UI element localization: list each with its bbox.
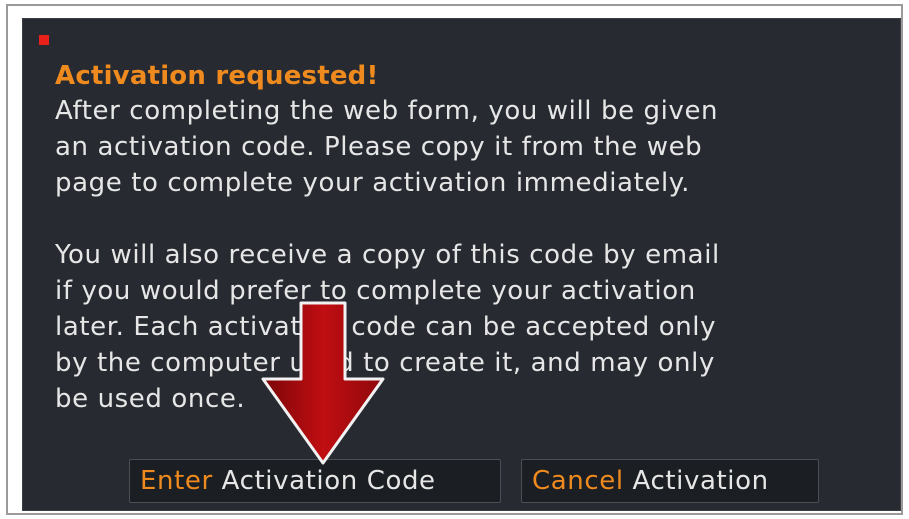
down-arrow-icon bbox=[261, 301, 385, 465]
enter-button-label: Activation Code bbox=[212, 466, 436, 496]
dialog-title: Activation requested! bbox=[55, 61, 379, 91]
red-square-icon bbox=[39, 35, 49, 45]
cancel-button-accent-text: Cancel bbox=[532, 466, 624, 496]
cancel-activation-button[interactable]: Cancel Activation bbox=[521, 459, 819, 503]
instructions-paragraph: After completing the web form, you will … bbox=[55, 96, 719, 198]
screenshot-frame: Activation requested! After completing t… bbox=[6, 4, 903, 515]
email-info-paragraph: You will also receive a copy of this cod… bbox=[55, 240, 720, 414]
activation-dialog: Activation requested! After completing t… bbox=[22, 18, 901, 511]
enter-button-accent-text: Enter bbox=[140, 466, 213, 496]
cancel-button-label: Activation bbox=[623, 466, 769, 496]
